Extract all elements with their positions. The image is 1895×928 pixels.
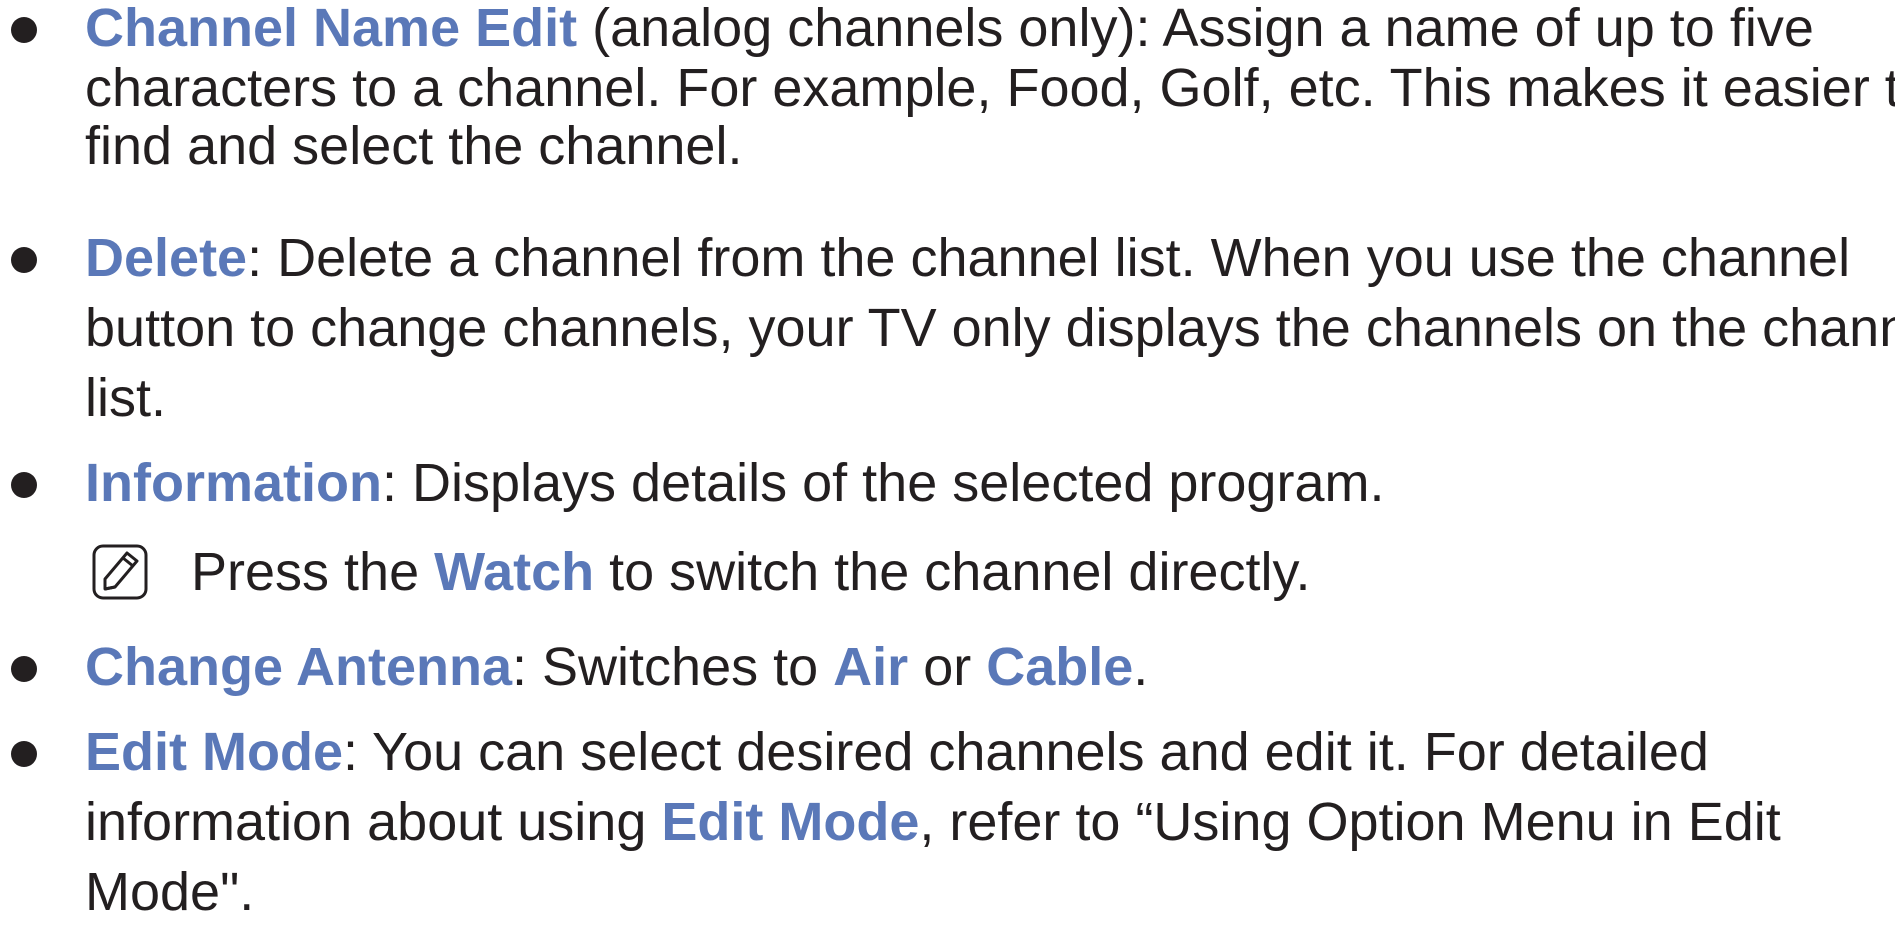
text-line: list. (85, 368, 166, 428)
bullet (11, 741, 37, 767)
term-cable: Cable (986, 637, 1134, 697)
item-text: Delete: Delete a channel from the channe… (85, 222, 1895, 294)
term: Information (85, 453, 382, 513)
bullet (11, 247, 37, 273)
inline-term: Edit Mode (661, 792, 920, 852)
text-line-suffix: , refer to “Using Option Menu in Edit (919, 792, 1781, 852)
item-text: find and select the channel. (85, 110, 1895, 182)
text-line: button to change channels, your TV only … (85, 298, 1895, 358)
bullet (11, 472, 37, 498)
text-line: : You can select desired channels and ed… (342, 722, 1709, 782)
item-text: Change Antenna: Switches to Air or Cable… (85, 631, 1895, 703)
text-line: : Switches to (512, 637, 834, 697)
text-line: Mode". (85, 862, 255, 922)
text-line: characters to a channel. For example, Fo… (85, 58, 1895, 118)
item-text: information about using Edit Mode, refer… (85, 786, 1895, 858)
text-line: : Displays details of the selected progr… (381, 453, 1385, 513)
text-end: . (1133, 637, 1149, 697)
note-pencil-icon (92, 544, 148, 600)
text-line: information about using (85, 792, 662, 852)
bullet (11, 656, 37, 682)
item-text: Mode". (85, 856, 1895, 928)
bullet (11, 17, 37, 43)
note-term: Watch (434, 542, 595, 602)
item-text: Edit Mode: You can select desired channe… (85, 716, 1895, 788)
note-prefix: Press the (191, 542, 435, 602)
term-air: Air (833, 637, 909, 697)
item-text: Information: Displays details of the sel… (85, 447, 1895, 519)
text-line: (analog channels only): Assign a name of… (577, 0, 1814, 58)
item-text: list. (85, 362, 1895, 434)
text-line: find and select the channel. (85, 116, 743, 176)
term: Delete (85, 228, 248, 288)
item-text: button to change channels, your TV only … (85, 292, 1895, 364)
term: Channel Name Edit (85, 0, 578, 58)
manual-page: Channel Name Edit (analog channels only)… (0, 0, 1895, 922)
text-mid: or (908, 637, 987, 697)
note-text: Press the Watch to switch the channel di… (191, 536, 1310, 608)
note-suffix: to switch the channel directly. (594, 542, 1311, 602)
term: Edit Mode (85, 722, 343, 782)
text-line: : Delete a channel from the channel list… (247, 228, 1851, 288)
term: Change Antenna (85, 637, 513, 697)
